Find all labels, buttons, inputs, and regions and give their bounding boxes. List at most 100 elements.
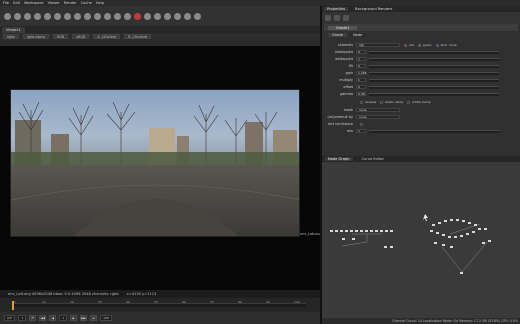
menu-workspace[interactable]: Workspace xyxy=(24,1,44,5)
input-b-select[interactable]: B _lShcford xyxy=(124,34,152,39)
colorspace-select[interactable]: sRGB xyxy=(72,34,90,39)
settings-icon[interactable] xyxy=(194,12,201,20)
dag-node[interactable] xyxy=(365,230,368,232)
red-channel-checkbox[interactable] xyxy=(404,43,407,47)
dag-node[interactable] xyxy=(436,232,439,234)
dag-node[interactable] xyxy=(355,230,358,232)
dag-node[interactable] xyxy=(442,234,445,236)
mix-slider[interactable] xyxy=(369,129,499,133)
current-frame-field[interactable]: 1 xyxy=(59,315,68,321)
dag-node[interactable] xyxy=(468,222,471,224)
dag-node[interactable] xyxy=(448,236,451,238)
clear-panels-icon[interactable] xyxy=(334,15,340,21)
deep-node-icon[interactable] xyxy=(174,12,181,20)
dag-node[interactable] xyxy=(360,230,363,232)
unpremult-select[interactable]: none xyxy=(356,114,400,120)
menu-help[interactable]: Help xyxy=(96,1,104,5)
display-select[interactable]: RGB xyxy=(52,34,69,39)
channels-select[interactable]: rgb xyxy=(356,42,400,48)
mix-luminance-checkbox[interactable] xyxy=(360,122,363,126)
dag-node[interactable] xyxy=(460,235,463,237)
filter-node-icon[interactable] xyxy=(54,12,61,20)
dag-node[interactable] xyxy=(474,224,477,226)
range-end-field[interactable]: 100 xyxy=(100,315,112,321)
dag-node[interactable] xyxy=(380,230,383,232)
dag-node[interactable] xyxy=(482,242,485,244)
tab-background-renders[interactable]: Background Renders xyxy=(352,7,395,11)
lock-icon[interactable] xyxy=(325,15,331,21)
white-clamp-checkbox[interactable] xyxy=(407,100,411,104)
dag-node[interactable] xyxy=(442,244,445,246)
dag-node[interactable] xyxy=(472,231,475,233)
timeline[interactable]: 1 10 20 30 40 50 60 70 80 90 100 xyxy=(0,298,320,312)
node-graph-canvas[interactable] xyxy=(322,162,520,318)
node-name-field[interactable]: Grade1 xyxy=(328,25,358,30)
record-icon[interactable] xyxy=(134,12,141,20)
max-panels-icon[interactable] xyxy=(343,15,349,21)
knob-value-field[interactable]: 1 xyxy=(356,77,366,83)
dag-node[interactable] xyxy=(384,246,387,248)
dag-node[interactable] xyxy=(478,228,481,230)
knob-slider[interactable] xyxy=(369,71,499,75)
first-frame-button[interactable]: ⏮ xyxy=(29,315,37,321)
alpha-chip-label[interactable]: none xyxy=(449,43,456,47)
menu-render[interactable]: Render xyxy=(64,1,77,5)
tab-viewer[interactable]: Viewer1 xyxy=(2,26,25,33)
transform-node-icon[interactable] xyxy=(84,12,91,20)
dag-node[interactable] xyxy=(444,220,447,222)
playhead[interactable] xyxy=(12,301,14,310)
dag-node[interactable] xyxy=(450,219,453,221)
dag-node[interactable] xyxy=(340,230,343,232)
range-start-field[interactable]: 1 xyxy=(18,315,27,321)
menu-file[interactable]: File xyxy=(3,1,9,5)
particles-node-icon[interactable] xyxy=(164,12,171,20)
play-forward-button[interactable]: ▶ xyxy=(70,315,78,321)
knob-value-field[interactable]: 1.255 xyxy=(356,70,367,76)
alpha-select[interactable]: rgba.alpha xyxy=(22,34,49,39)
dag-node[interactable] xyxy=(375,230,378,232)
dag-node[interactable] xyxy=(454,236,457,238)
dag-node[interactable] xyxy=(350,230,353,232)
knob-slider[interactable] xyxy=(369,78,499,82)
tab-node[interactable]: Node xyxy=(348,32,367,37)
dag-node[interactable] xyxy=(345,230,348,232)
knob-value-field[interactable]: 0.36 xyxy=(356,91,366,97)
blue-channel-checkbox[interactable] xyxy=(435,43,439,47)
channel-select[interactable]: rgba xyxy=(3,34,19,39)
dag-node[interactable] xyxy=(462,220,465,222)
merge-node-icon[interactable] xyxy=(74,12,81,20)
dag-node[interactable] xyxy=(488,240,491,242)
knob-slider[interactable] xyxy=(369,57,499,61)
dag-node[interactable] xyxy=(456,219,459,221)
dag-node[interactable] xyxy=(342,238,345,240)
dag-node[interactable] xyxy=(438,222,441,224)
knob-value-field[interactable]: 0 xyxy=(356,84,366,90)
knob-value-field[interactable]: 0 xyxy=(356,49,366,55)
dag-node[interactable] xyxy=(370,230,373,232)
knob-slider[interactable] xyxy=(369,92,499,96)
knob-value-field[interactable]: 0 xyxy=(356,63,366,69)
dag-node[interactable] xyxy=(385,230,388,232)
dag-node[interactable] xyxy=(450,246,453,248)
image-node-icon[interactable] xyxy=(4,12,11,20)
time-node-icon[interactable] xyxy=(24,12,31,20)
keyer-node-icon[interactable] xyxy=(64,12,71,20)
dag-node[interactable] xyxy=(330,230,333,232)
toolsets-icon[interactable] xyxy=(124,12,131,20)
tab-node-graph[interactable]: Node Graph xyxy=(325,157,353,161)
last-frame-button[interactable]: ⏭ xyxy=(90,315,98,321)
views-node-icon[interactable] xyxy=(104,12,111,20)
knob-slider[interactable] xyxy=(369,85,499,89)
input-a-select[interactable]: A _lShcford xyxy=(93,34,121,39)
dag-node[interactable] xyxy=(390,246,393,248)
channel-node-icon[interactable] xyxy=(34,12,41,20)
dag-node[interactable] xyxy=(484,228,487,230)
tab-properties[interactable]: Properties xyxy=(324,7,349,11)
gizmo-node-icon[interactable] xyxy=(184,12,191,20)
knob-value-field[interactable]: 1 xyxy=(356,56,366,62)
fps-field[interactable]: 24* xyxy=(4,315,16,321)
menu-viewer[interactable]: Viewer xyxy=(48,1,60,5)
menu-cache[interactable]: Cache xyxy=(81,1,92,5)
dag-node[interactable] xyxy=(390,230,393,232)
dag-node[interactable] xyxy=(430,230,433,232)
